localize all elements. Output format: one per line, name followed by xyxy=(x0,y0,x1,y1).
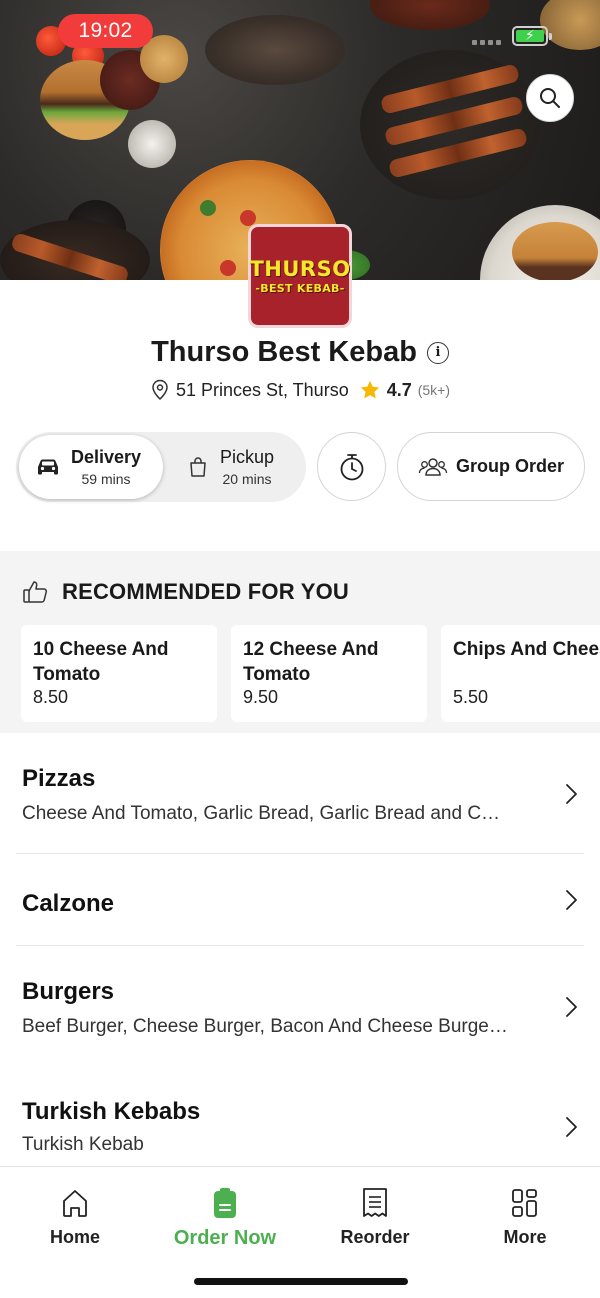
nav-label: Home xyxy=(49,1227,100,1247)
category-title: Burgers xyxy=(22,978,115,1005)
search-button[interactable] xyxy=(526,74,574,122)
chevron-right-icon xyxy=(566,1117,577,1137)
chevron-right-icon xyxy=(566,784,577,804)
chevron-right-icon xyxy=(566,890,577,910)
shopping-bag-icon xyxy=(190,457,206,477)
home-indicator xyxy=(194,1278,408,1285)
receipt-icon xyxy=(363,1188,387,1217)
nav-more[interactable]: More xyxy=(450,1187,600,1248)
recommended-item-name: Chips And Cheese xyxy=(453,639,600,660)
logo-line-1: THURSO xyxy=(249,256,351,281)
recommended-header: RECOMMENDED FOR YOU xyxy=(22,579,349,605)
nav-label: Reorder xyxy=(340,1227,410,1247)
delivery-option[interactable]: Delivery 59 mins xyxy=(19,435,163,499)
search-icon xyxy=(540,88,560,108)
category-title: Pizzas xyxy=(22,765,96,792)
recommended-item-price: 5.50 xyxy=(453,687,489,707)
pickup-label: Pickup xyxy=(220,447,275,467)
recommended-heading: RECOMMENDED FOR YOU xyxy=(62,579,349,604)
status-time: 19:02 xyxy=(58,14,153,48)
recommended-card[interactable]: 10 Cheese And Tomato 8.50 xyxy=(21,625,217,722)
recommended-item-name: 12 Cheese And Tomato xyxy=(243,639,379,685)
group-users-icon xyxy=(418,457,448,476)
category-row-turkish-kebabs[interactable]: Turkish Kebabs Turkish Kebab xyxy=(0,1066,600,1166)
category-row-burgers[interactable]: Burgers Beef Burger, Cheese Burger, Baco… xyxy=(0,946,600,1066)
category-row-pizzas[interactable]: Pizzas Cheese And Tomato, Garlic Bread, … xyxy=(0,733,600,853)
pickup-time: 20 mins xyxy=(222,471,272,487)
nav-reorder[interactable]: Reorder xyxy=(300,1187,450,1248)
restaurant-meta: 51 Princes St, Thurso 4.7 (5k+) xyxy=(0,379,600,401)
signal-icon xyxy=(472,40,501,45)
group-order-button[interactable]: Group Order xyxy=(397,432,585,501)
restaurant-address: 51 Princes St, Thurso xyxy=(175,379,349,400)
star-icon xyxy=(360,380,379,399)
info-icon[interactable]: i xyxy=(426,341,449,364)
category-subtitle: Cheese And Tomato, Garlic Bread, Garlic … xyxy=(22,803,501,824)
order-icon xyxy=(214,1188,236,1218)
chevron-right-icon xyxy=(566,997,577,1017)
rating-value: 4.7 xyxy=(386,379,412,400)
nav-home[interactable]: Home xyxy=(0,1187,150,1248)
recommended-item-price: 9.50 xyxy=(243,687,279,707)
battery-icon: ⚡ xyxy=(512,26,552,46)
pickup-option[interactable]: Pickup 20 mins xyxy=(182,435,302,499)
logo-line-2: -BEST KEBAB- xyxy=(255,281,345,295)
stopwatch-icon xyxy=(340,453,363,480)
recommended-item-name: 10 Cheese And Tomato xyxy=(33,639,169,685)
category-subtitle: Beef Burger, Cheese Burger, Bacon And Ch… xyxy=(22,1016,508,1037)
order-mode-toggle: Delivery 59 mins Pickup 20 mins xyxy=(16,432,306,502)
category-subtitle: Turkish Kebab xyxy=(22,1134,144,1155)
home-icon xyxy=(63,1190,87,1217)
recommended-card[interactable]: Chips And Cheese 5.50 xyxy=(441,625,600,722)
category-row-calzone[interactable]: Calzone xyxy=(0,854,600,946)
thumbs-up-icon xyxy=(23,581,48,603)
rating-count: (5k+) xyxy=(417,382,451,398)
recommended-card[interactable]: 12 Cheese And Tomato 9.50 xyxy=(231,625,427,722)
restaurant-logo: THURSO -BEST KEBAB- xyxy=(248,224,352,328)
restaurant-title-row: Thurso Best Kebab i xyxy=(0,336,600,369)
car-icon xyxy=(38,459,58,475)
group-order-label: Group Order xyxy=(455,456,564,476)
nav-label: More xyxy=(503,1227,547,1247)
nav-order-now[interactable]: Order Now xyxy=(150,1187,300,1250)
restaurant-name: Thurso Best Kebab xyxy=(151,336,417,368)
delivery-time: 59 mins xyxy=(81,471,131,487)
delivery-label: Delivery xyxy=(71,447,142,467)
nav-label: Order Now xyxy=(173,1227,277,1249)
category-title: Calzone xyxy=(22,890,115,917)
recommended-section: RECOMMENDED FOR YOU 10 Cheese And Tomato… xyxy=(0,551,600,733)
schedule-button[interactable] xyxy=(317,432,386,501)
grid-icon xyxy=(512,1189,537,1217)
recommended-item-price: 8.50 xyxy=(33,687,69,707)
location-pin-icon xyxy=(152,379,168,401)
category-title: Turkish Kebabs xyxy=(22,1098,201,1125)
